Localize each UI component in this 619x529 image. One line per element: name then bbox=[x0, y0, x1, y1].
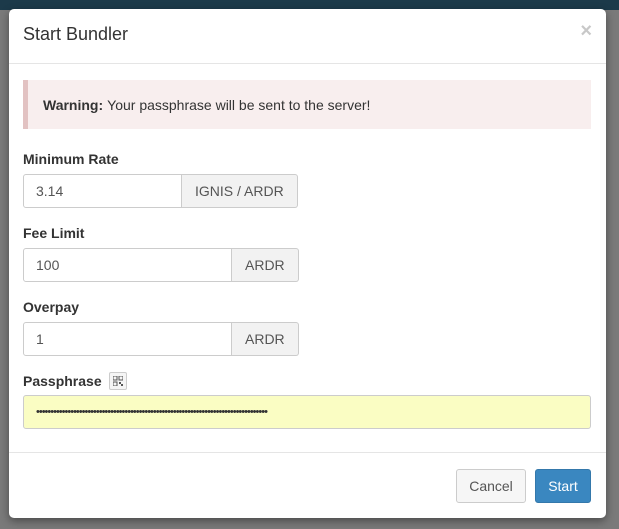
qr-code-icon[interactable] bbox=[109, 372, 127, 390]
dialog-footer: Cancel Start bbox=[9, 452, 606, 518]
dialog-header: Start Bundler × bbox=[9, 9, 606, 64]
background-page-edge bbox=[0, 108, 9, 122]
alert-message: Your passphrase will be sent to the serv… bbox=[107, 96, 371, 113]
start-button[interactable]: Start bbox=[535, 469, 591, 503]
minimum-rate-group: 3.14 IGNIS / ARDR bbox=[23, 174, 298, 208]
overpay-label: Overpay bbox=[23, 299, 80, 315]
qr-code-glyph bbox=[113, 376, 123, 386]
dialog-body: Warning: Your passphrase will be sent to… bbox=[9, 64, 606, 452]
start-bundler-dialog: Start Bundler × Warning: Your passphrase… bbox=[9, 9, 606, 518]
fee-limit-unit: ARDR bbox=[232, 248, 299, 282]
passphrase-input[interactable]: ••••••••••••••••••••••••••••••••••••••••… bbox=[23, 395, 591, 429]
cancel-button[interactable]: Cancel bbox=[456, 469, 526, 503]
close-icon[interactable]: × bbox=[580, 21, 592, 41]
overpay-unit: ARDR bbox=[232, 322, 299, 356]
minimum-rate-unit: IGNIS / ARDR bbox=[182, 174, 298, 208]
fee-limit-group: 100 ARDR bbox=[23, 248, 299, 282]
minimum-rate-input[interactable]: 3.14 bbox=[23, 174, 182, 208]
minimum-rate-label: Minimum Rate bbox=[23, 151, 119, 167]
dialog-title: Start Bundler bbox=[23, 24, 129, 44]
fee-limit-label: Fee Limit bbox=[23, 225, 85, 241]
passphrase-label: Passphrase bbox=[23, 373, 102, 389]
warning-alert: Warning: Your passphrase will be sent to… bbox=[23, 80, 591, 129]
alert-strong: Warning: bbox=[43, 96, 104, 113]
overpay-group: 1 ARDR bbox=[23, 322, 299, 356]
overpay-input[interactable]: 1 bbox=[23, 322, 232, 356]
fee-limit-input[interactable]: 100 bbox=[23, 248, 232, 282]
